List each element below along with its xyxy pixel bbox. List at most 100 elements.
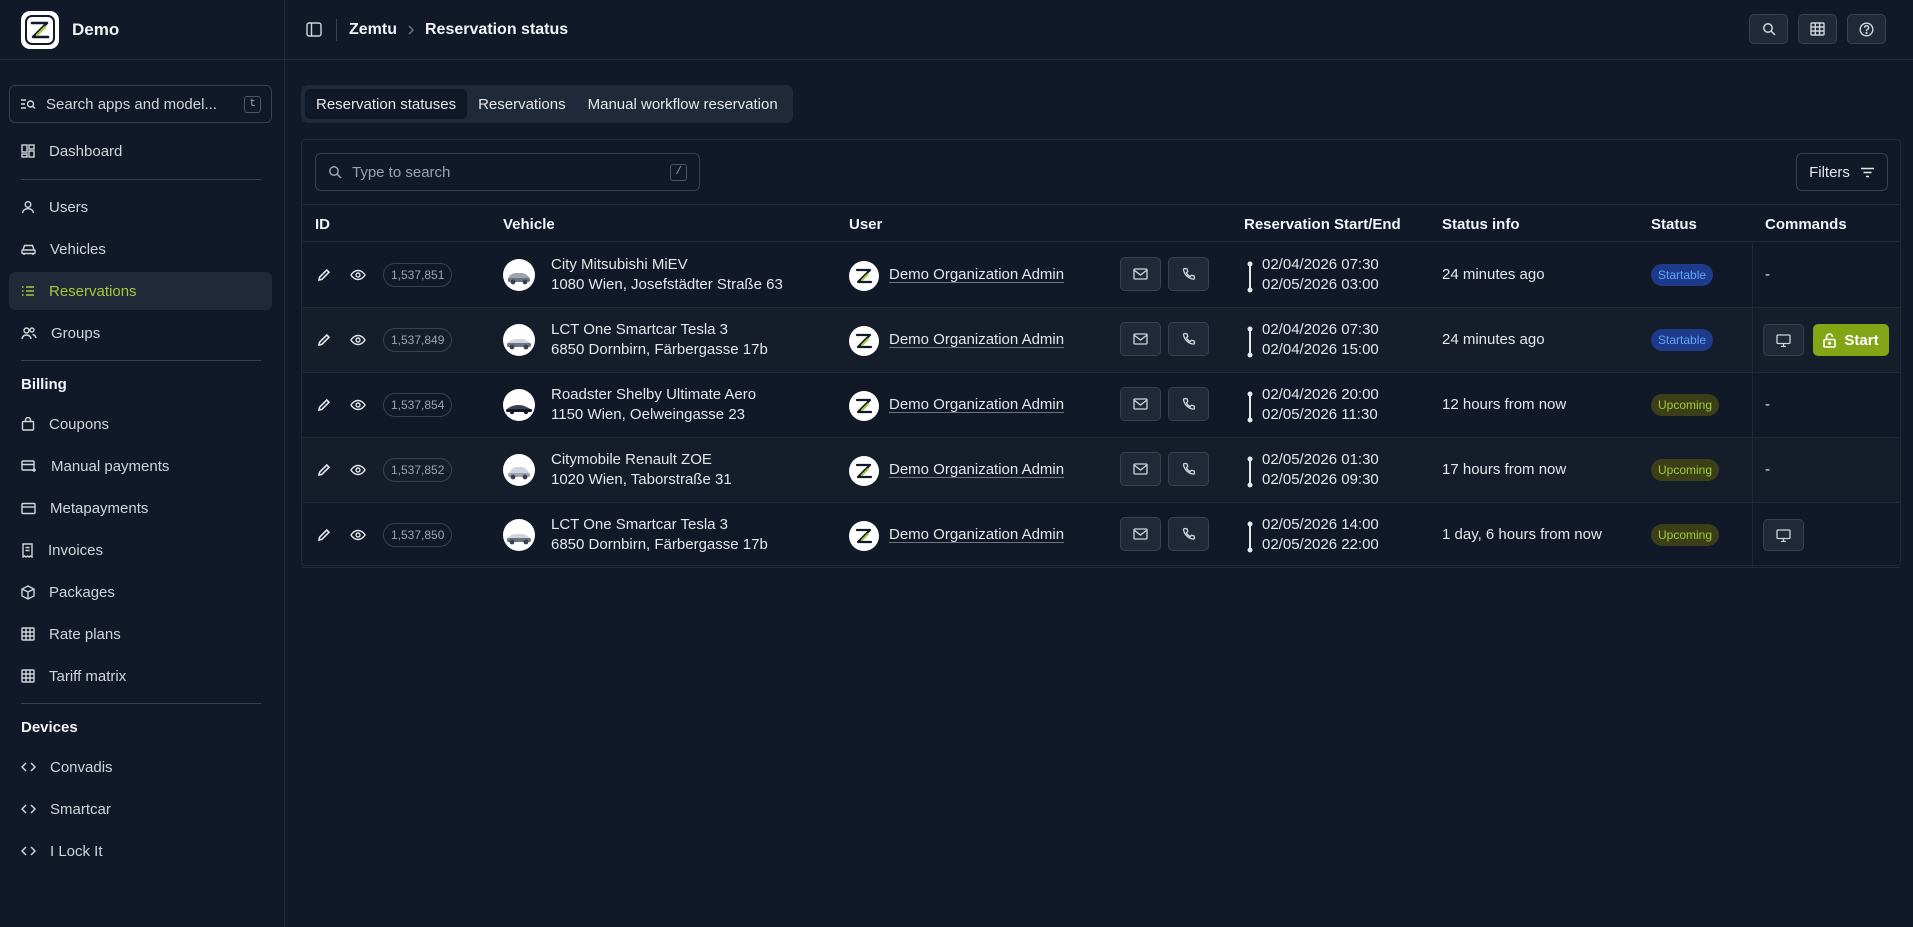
reservation-id[interactable]: 1,537,850 [383,523,453,547]
invoice-icon [22,542,33,558]
reservation-id[interactable]: 1,537,849 [383,328,453,352]
screen-command-button[interactable] [1763,519,1804,551]
no-command: - [1765,396,1770,413]
brand[interactable]: Demo [0,0,284,60]
edit-button[interactable] [314,395,334,415]
sidebar-search[interactable]: Search apps and model... t [9,85,272,123]
email-button[interactable] [1120,517,1161,551]
sidebar-item-packages[interactable]: Packages [9,573,272,611]
user-name[interactable]: Demo Organization Admin [889,266,1064,283]
phone-button[interactable] [1168,322,1209,356]
sidebar-item-smartcar[interactable]: Smartcar [9,790,272,828]
edit-button[interactable] [314,330,334,350]
sidebar-item-groups[interactable]: Groups [9,314,272,352]
view-button[interactable] [348,460,368,480]
timeline-icon [1247,326,1253,358]
user-name[interactable]: Demo Organization Admin [889,331,1064,348]
email-button[interactable] [1120,322,1161,356]
help-button[interactable] [1847,14,1886,44]
search-button[interactable] [1749,14,1788,44]
user-name[interactable]: Demo Organization Admin [889,461,1064,478]
email-button[interactable] [1120,387,1161,421]
filters-label: Filters [1809,163,1850,181]
vehicle-name[interactable]: Roadster Shelby Ultimate Aero [551,386,756,403]
column-header-id[interactable]: ID [315,216,330,233]
sidebar-item-coupons[interactable]: Coupons [9,405,272,443]
sidebar-item-rate-plans[interactable]: Rate plans [9,615,272,653]
no-command: - [1765,266,1770,283]
column-header-commands[interactable]: Commands [1765,216,1847,233]
sidebar-item-vehicles[interactable]: Vehicles [9,230,272,268]
status-badge: Upcoming [1651,524,1720,546]
sidebar-item-label: Dashboard [49,142,123,160]
email-button[interactable] [1120,257,1161,291]
status-badge: Startable [1651,264,1714,286]
column-header-status-info[interactable]: Status info [1442,216,1520,233]
column-header-vehicle[interactable]: Vehicle [503,216,555,233]
start-button[interactable]: Start [1813,324,1889,356]
edit-button[interactable] [314,460,334,480]
package-icon [21,584,35,600]
bag-icon [21,417,35,431]
reservation-id[interactable]: 1,537,852 [383,458,453,482]
vehicle-name[interactable]: LCT One Smartcar Tesla 3 [551,321,728,338]
sidebar-item-label: Rate plans [49,625,121,643]
filters-button[interactable]: Filters [1796,153,1888,191]
sidebar-item-invoices[interactable]: Invoices [9,531,272,569]
sidebar-item-metapayments[interactable]: Metapayments [9,489,272,527]
view-button[interactable] [348,330,368,350]
column-header-status[interactable]: Status [1651,216,1697,233]
divider [1752,373,1753,438]
divider [21,360,261,361]
user-name[interactable]: Demo Organization Admin [889,526,1064,543]
code-icon [21,762,36,772]
tab-reservation-statuses[interactable]: Reservation statuses [305,89,468,119]
no-command: - [1765,461,1770,478]
sidebar-item-i-lock-it[interactable]: I Lock It [9,832,272,870]
view-button[interactable] [348,395,368,415]
sidebar-item-dashboard[interactable]: Dashboard [9,132,272,170]
chevron-right-icon [407,24,415,36]
column-header-reservation-start-end[interactable]: Reservation Start/End [1244,216,1401,233]
pencil-icon [317,333,331,347]
phone-icon [1182,527,1195,540]
phone-button[interactable] [1168,257,1209,291]
email-button[interactable] [1120,452,1161,486]
user-name[interactable]: Demo Organization Admin [889,396,1064,413]
edit-button[interactable] [314,525,334,545]
edit-button[interactable] [314,265,334,285]
divider [336,18,337,41]
breadcrumb-root[interactable]: Zemtu [349,21,397,39]
sidebar-item-convadis[interactable]: Convadis [9,748,272,786]
sidebar-item-label: Manual payments [51,457,170,475]
sidebar-item-label: Packages [49,583,115,601]
sidebar-item-users[interactable]: Users [9,188,272,226]
status-info: 24 minutes ago [1442,266,1545,283]
reservation-id[interactable]: 1,537,854 [383,393,453,417]
grid-button[interactable] [1798,14,1837,44]
phone-button[interactable] [1168,387,1209,421]
view-button[interactable] [348,265,368,285]
phone-button[interactable] [1168,452,1209,486]
divider [21,703,261,704]
vehicle-name[interactable]: Citymobile Renault ZOE [551,451,712,468]
phone-button[interactable] [1168,517,1209,551]
status-info: 1 day, 6 hours from now [1442,526,1602,543]
vehicle-name[interactable]: City Mitsubishi MiEV [551,256,688,273]
sidebar-item-tariff-matrix[interactable]: Tariff matrix [9,657,272,695]
sidebar-item-reservations[interactable]: Reservations [9,272,272,310]
tab-reservations[interactable]: Reservations [467,89,577,119]
reservation-end: 02/04/2026 15:00 [1262,341,1379,358]
tab-manual-workflow-reservation[interactable]: Manual workflow reservation [577,89,789,119]
reservation-id[interactable]: 1,537,851 [383,263,453,287]
status-badge: Upcoming [1651,459,1720,481]
view-button[interactable] [348,525,368,545]
sidebar-item-label: Users [49,198,89,216]
vehicle-address: 1020 Wien, Taborstraße 31 [551,471,732,488]
table-search-input[interactable]: Type to search / [315,153,700,191]
screen-command-button[interactable] [1763,324,1804,356]
column-header-user[interactable]: User [849,216,882,233]
sidebar-item-manual-payments[interactable]: Manual payments [9,447,272,485]
sidebar-toggle-button[interactable] [302,18,326,42]
vehicle-name[interactable]: LCT One Smartcar Tesla 3 [551,516,728,533]
